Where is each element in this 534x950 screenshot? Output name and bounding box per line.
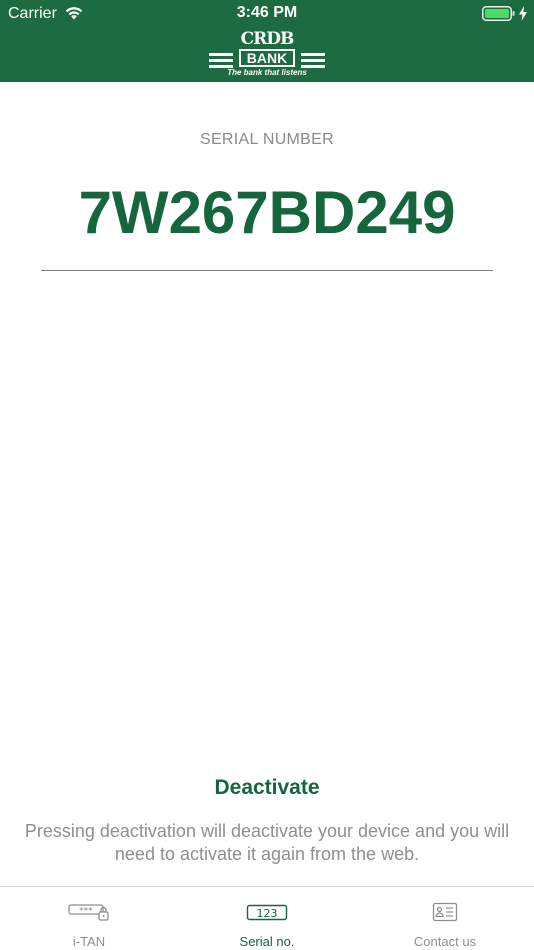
logo-tagline: The bank that listens (227, 68, 307, 77)
header: Carrier 3:46 PM CRDB BANK The bank that … (0, 0, 534, 82)
tab-contact-us[interactable]: Contact us (356, 887, 534, 950)
deactivate-note: Pressing deactivation will deactivate yo… (24, 821, 510, 864)
tab-serial-no-label: Serial no. (239, 934, 295, 949)
svg-text:123: 123 (257, 907, 278, 920)
number-123-icon: 123 (246, 904, 288, 921)
logo-crdb-text: CRDB (240, 29, 295, 49)
tab-itan[interactable]: *** i-TAN (0, 887, 178, 950)
tab-bar: *** i-TAN 123 Serial no. Contact us (0, 886, 534, 950)
screen: Carrier 3:46 PM CRDB BANK The bank that … (0, 0, 534, 950)
battery-icon (482, 6, 515, 21)
logo-bank-text: BANK (239, 49, 295, 67)
status-bar: Carrier 3:46 PM (0, 0, 534, 28)
crdb-bank-logo: CRDB BANK The bank that listens (205, 30, 329, 80)
password-lock-icon: *** (68, 904, 109, 921)
contact-card-icon (432, 902, 458, 922)
tab-itan-label: i-TAN (72, 934, 106, 949)
divider (41, 270, 493, 271)
deactivate-button[interactable]: Deactivate (167, 772, 367, 804)
serial-number-label: SERIAL NUMBER (199, 131, 334, 148)
charging-icon (519, 6, 527, 21)
tab-serial-no[interactable]: 123 Serial no. (178, 887, 356, 950)
tab-contact-us-label: Contact us (413, 934, 477, 949)
serial-number-value: 7W267BD249 (78, 179, 456, 246)
clock: 3:46 PM (236, 4, 298, 21)
svg-text:***: *** (79, 907, 93, 917)
